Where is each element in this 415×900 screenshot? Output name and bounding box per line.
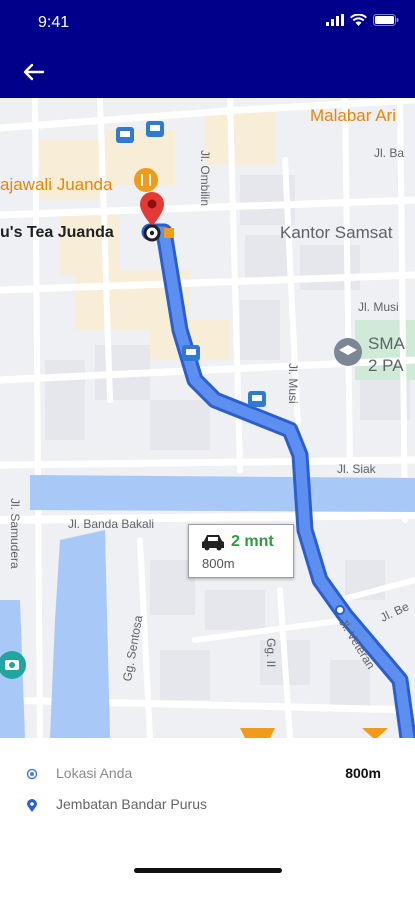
- street-banda-bakali: Jl. Banda Bakali: [68, 517, 155, 531]
- back-button[interactable]: [18, 56, 50, 88]
- restaurant-icon: [134, 168, 158, 192]
- battery-icon: [373, 14, 399, 26]
- street-siak: Jl. Siak: [337, 462, 376, 476]
- street-gg-ii: Gg. II: [264, 638, 278, 668]
- route-distance: 800m: [345, 765, 381, 781]
- street-samudera: Jl. Samudera: [8, 498, 22, 569]
- destination-row: Jembatan Bandar Purus: [0, 793, 415, 817]
- street-ombilin: Jl. Ombilin: [198, 150, 212, 207]
- status-time: 9:41: [38, 14, 70, 31]
- arrow-left-icon: [23, 63, 45, 81]
- school-icon: [334, 338, 362, 366]
- status-icons: [326, 14, 399, 26]
- wifi-icon: [350, 14, 367, 26]
- route-info-panel: Lokasi Anda 800m Jembatan Bandar Purus: [0, 738, 415, 900]
- status-bar: 9:41: [0, 0, 415, 46]
- eta-callout[interactable]: 2 mnt 800m: [188, 524, 294, 578]
- signal-icon: [326, 14, 344, 26]
- eta-duration: 2 mnt: [231, 533, 274, 550]
- eta-distance: 800m: [202, 556, 235, 571]
- origin-row: Lokasi Anda 800m: [0, 762, 415, 786]
- poi-kantor-samsat: Kantor Samsat: [280, 223, 393, 242]
- street-ba: Jl. Ba: [374, 146, 405, 160]
- destination-label: Jembatan Bandar Purus: [56, 796, 207, 812]
- car-icon: [202, 535, 224, 551]
- destination-marker-icon: [27, 799, 37, 812]
- poi-malabar: Malabar Ari: [310, 106, 396, 125]
- poi-tea-juanda: u's Tea Juanda: [0, 224, 114, 241]
- origin-dot-icon: [26, 768, 38, 780]
- poi-sma-2: 2 PA: [368, 356, 404, 375]
- map-view[interactable]: Malabar Ari ajawali Juanda u's Tea Juand…: [0, 98, 415, 738]
- poi-rajawali: ajawali Juanda: [0, 175, 113, 194]
- street-musi-horizontal: Jl. Musi: [358, 300, 399, 314]
- app-bar: [0, 46, 415, 98]
- poi-sma: SMA: [368, 334, 405, 353]
- home-indicator[interactable]: [134, 868, 282, 873]
- street-musi-vertical: Jl. Musi: [286, 363, 300, 404]
- origin-label: Lokasi Anda: [56, 765, 133, 781]
